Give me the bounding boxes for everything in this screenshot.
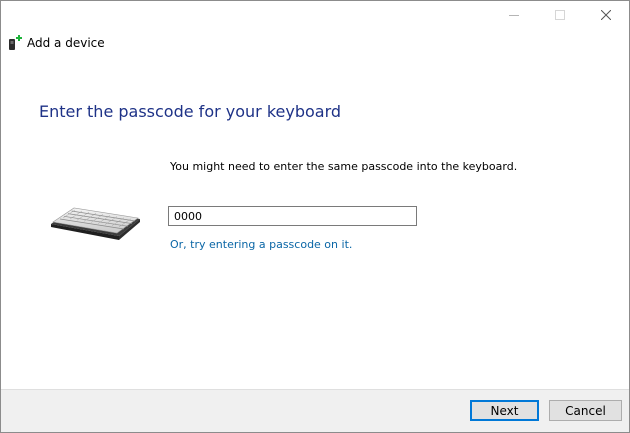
maximize-icon <box>555 10 565 20</box>
bluetooth-device-add-icon <box>8 35 22 51</box>
close-icon <box>601 10 611 20</box>
dialog-footer: Next Cancel <box>1 389 629 432</box>
minimize-icon <box>509 15 519 16</box>
window-titlebar: Add a device <box>8 33 105 53</box>
next-button[interactable]: Next <box>470 400 539 421</box>
minimize-button[interactable] <box>491 1 537 29</box>
close-button[interactable] <box>583 1 629 29</box>
maximize-button[interactable] <box>537 1 583 29</box>
instruction-text: You might need to enter the same passcod… <box>170 160 518 173</box>
caption-buttons <box>491 1 629 29</box>
enter-passcode-on-device-link[interactable]: Or, try entering a passcode on it. <box>170 238 352 251</box>
cancel-button[interactable]: Cancel <box>549 400 622 421</box>
keyboard-icon <box>49 202 141 244</box>
passcode-input[interactable] <box>168 206 417 226</box>
page-heading: Enter the passcode for your keyboard <box>39 102 342 121</box>
window-title: Add a device <box>27 36 105 50</box>
add-device-window: Add a device Enter the passcode for your… <box>0 0 630 433</box>
